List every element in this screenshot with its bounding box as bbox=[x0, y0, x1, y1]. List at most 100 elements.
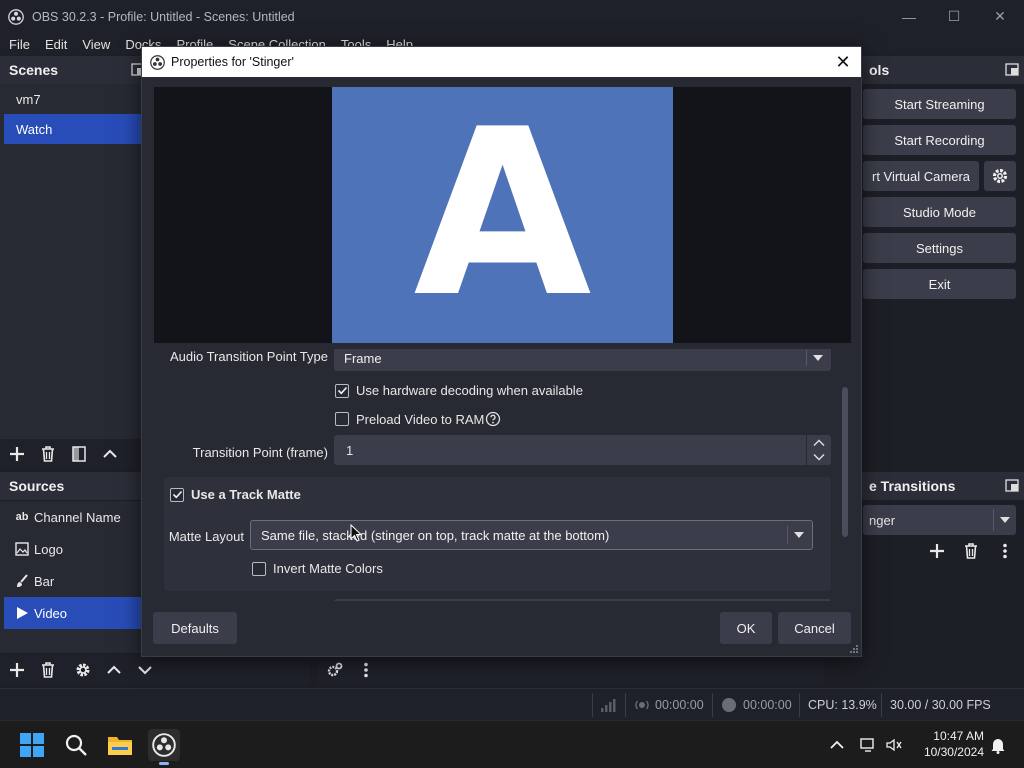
trash-icon bbox=[42, 662, 54, 678]
scene-item-watch[interactable]: Watch bbox=[4, 114, 142, 144]
search-button[interactable] bbox=[60, 729, 92, 761]
select-divider bbox=[787, 526, 788, 544]
volume-muted-icon[interactable] bbox=[882, 729, 906, 761]
properties-scroll-area: Audio Transition Point Type Frame Use ha… bbox=[154, 349, 834, 601]
menu-view[interactable]: View bbox=[82, 37, 110, 52]
transition-point-value: 1 bbox=[346, 442, 354, 458]
scene-item-vm7[interactable]: vm7 bbox=[4, 84, 142, 114]
chevron-up-icon bbox=[107, 665, 121, 674]
scene-move-up-button[interactable] bbox=[96, 441, 124, 467]
checkbox-checked bbox=[335, 383, 349, 398]
mouse-cursor-icon bbox=[350, 524, 362, 542]
menu-file[interactable]: File bbox=[9, 37, 30, 52]
cancel-button[interactable]: Cancel bbox=[778, 612, 851, 644]
kebab-menu-icon bbox=[364, 662, 368, 678]
plus-icon bbox=[930, 544, 944, 558]
notifications-button[interactable] bbox=[986, 729, 1010, 761]
start-streaming-button[interactable]: Start Streaming bbox=[863, 89, 1016, 119]
network-tray-icon[interactable] bbox=[856, 729, 880, 761]
menu-edit[interactable]: Edit bbox=[45, 37, 67, 52]
checkbox-unchecked bbox=[335, 412, 349, 426]
audio-transition-label: Audio Transition Point Type bbox=[169, 349, 328, 364]
add-scene-button[interactable] bbox=[3, 441, 31, 467]
transition-menu-button[interactable] bbox=[991, 538, 1019, 564]
settings-button[interactable]: Settings bbox=[863, 233, 1016, 263]
file-explorer-button[interactable] bbox=[104, 729, 136, 761]
invert-matte-checkbox[interactable]: Invert Matte Colors bbox=[252, 561, 383, 576]
transition-select[interactable]: nger bbox=[863, 505, 1016, 535]
cpu-usage: CPU: 13.9% bbox=[808, 698, 877, 712]
sources-title: Sources bbox=[9, 478, 65, 494]
remove-scene-button[interactable] bbox=[34, 441, 62, 467]
chevron-down-icon bbox=[813, 355, 823, 361]
remove-transition-button[interactable] bbox=[957, 538, 985, 564]
select-divider bbox=[993, 509, 994, 531]
mixer-toolbar bbox=[318, 655, 823, 685]
use-track-matte-checkbox[interactable]: Use a Track Matte bbox=[170, 487, 301, 502]
windows-taskbar: 10:47 AM 10/30/2024 bbox=[0, 720, 1024, 768]
chevron-down-icon bbox=[1000, 517, 1010, 523]
play-icon bbox=[14, 606, 30, 620]
show-hidden-icons-button[interactable] bbox=[822, 729, 852, 761]
add-transition-button[interactable] bbox=[923, 538, 951, 564]
add-source-button[interactable] bbox=[3, 657, 31, 683]
source-item-channel-name[interactable]: ab Channel Name bbox=[4, 501, 142, 533]
source-item-logo[interactable]: Logo bbox=[4, 533, 142, 565]
plus-icon bbox=[10, 663, 24, 677]
matte-layout-value: Same file, stacked (stinger on top, trac… bbox=[261, 527, 610, 543]
source-item-bar[interactable]: Bar bbox=[4, 565, 142, 597]
transition-value: nger bbox=[869, 512, 896, 528]
scene-filters-button[interactable] bbox=[65, 441, 93, 467]
transition-point-spinbox[interactable]: 1 bbox=[334, 435, 831, 465]
undock-icon[interactable] bbox=[1005, 62, 1020, 77]
chevron-down-icon bbox=[794, 532, 804, 538]
search-icon bbox=[65, 734, 87, 756]
dialog-title: Properties for 'Stinger' bbox=[171, 55, 294, 69]
source-move-up-button[interactable] bbox=[100, 657, 128, 683]
preload-video-checkbox[interactable]: Preload Video to RAM bbox=[335, 411, 501, 427]
defaults-button[interactable]: Defaults bbox=[153, 612, 237, 644]
obs-taskbar-button[interactable] bbox=[148, 729, 180, 765]
ok-button[interactable]: OK bbox=[720, 612, 772, 644]
undock-icon[interactable] bbox=[1005, 478, 1020, 493]
stream-time: 00:00:00 bbox=[655, 698, 704, 712]
source-move-down-button[interactable] bbox=[131, 657, 159, 683]
select-divider bbox=[806, 350, 807, 366]
hw-decoding-checkbox[interactable]: Use hardware decoding when available bbox=[335, 383, 583, 398]
spin-divider bbox=[806, 435, 807, 465]
windows-logo-icon bbox=[20, 733, 44, 757]
obs-logo-icon bbox=[152, 733, 176, 757]
system-clock[interactable]: 10:47 AM 10/30/2024 bbox=[924, 728, 984, 760]
help-icon[interactable] bbox=[485, 411, 501, 427]
minimize-button[interactable]: — bbox=[886, 0, 932, 33]
maximize-button[interactable]: ☐ bbox=[931, 0, 977, 33]
matte-layout-select[interactable]: Same file, stacked (stinger on top, trac… bbox=[250, 520, 813, 550]
spin-down-icon[interactable] bbox=[813, 453, 825, 461]
scrollbar-thumb[interactable] bbox=[842, 387, 848, 537]
spin-up-icon[interactable] bbox=[813, 439, 825, 447]
advanced-audio-button[interactable] bbox=[321, 657, 349, 683]
stream-status: 00:00:00 bbox=[635, 689, 704, 721]
resize-grip-icon[interactable] bbox=[849, 644, 859, 654]
exit-button[interactable]: Exit bbox=[863, 269, 1016, 299]
audio-transition-select[interactable]: Frame bbox=[334, 349, 831, 371]
chevron-up-icon bbox=[830, 740, 844, 749]
start-button[interactable] bbox=[16, 729, 48, 761]
record-status: 00:00:00 bbox=[722, 689, 792, 721]
source-item-video[interactable]: Video bbox=[4, 597, 142, 629]
source-properties-button[interactable] bbox=[69, 657, 97, 683]
filter-icon bbox=[72, 446, 86, 462]
close-window-button[interactable]: ✕ bbox=[977, 0, 1023, 33]
chevron-down-icon bbox=[138, 666, 152, 675]
dialog-close-button[interactable]: ✕ bbox=[831, 50, 855, 74]
start-virtual-camera-button[interactable]: rt Virtual Camera bbox=[863, 161, 979, 191]
remove-source-button[interactable] bbox=[34, 657, 62, 683]
status-divider bbox=[799, 693, 800, 717]
dialog-title-bar: Properties for 'Stinger' ✕ bbox=[142, 47, 861, 77]
trash-icon bbox=[965, 543, 977, 559]
window-title: OBS 30.2.3 - Profile: Untitled - Scenes:… bbox=[32, 9, 295, 24]
start-recording-button[interactable]: Start Recording bbox=[863, 125, 1016, 155]
virtual-camera-settings-button[interactable] bbox=[984, 161, 1016, 191]
studio-mode-button[interactable]: Studio Mode bbox=[863, 197, 1016, 227]
mixer-menu-button[interactable] bbox=[352, 657, 380, 683]
